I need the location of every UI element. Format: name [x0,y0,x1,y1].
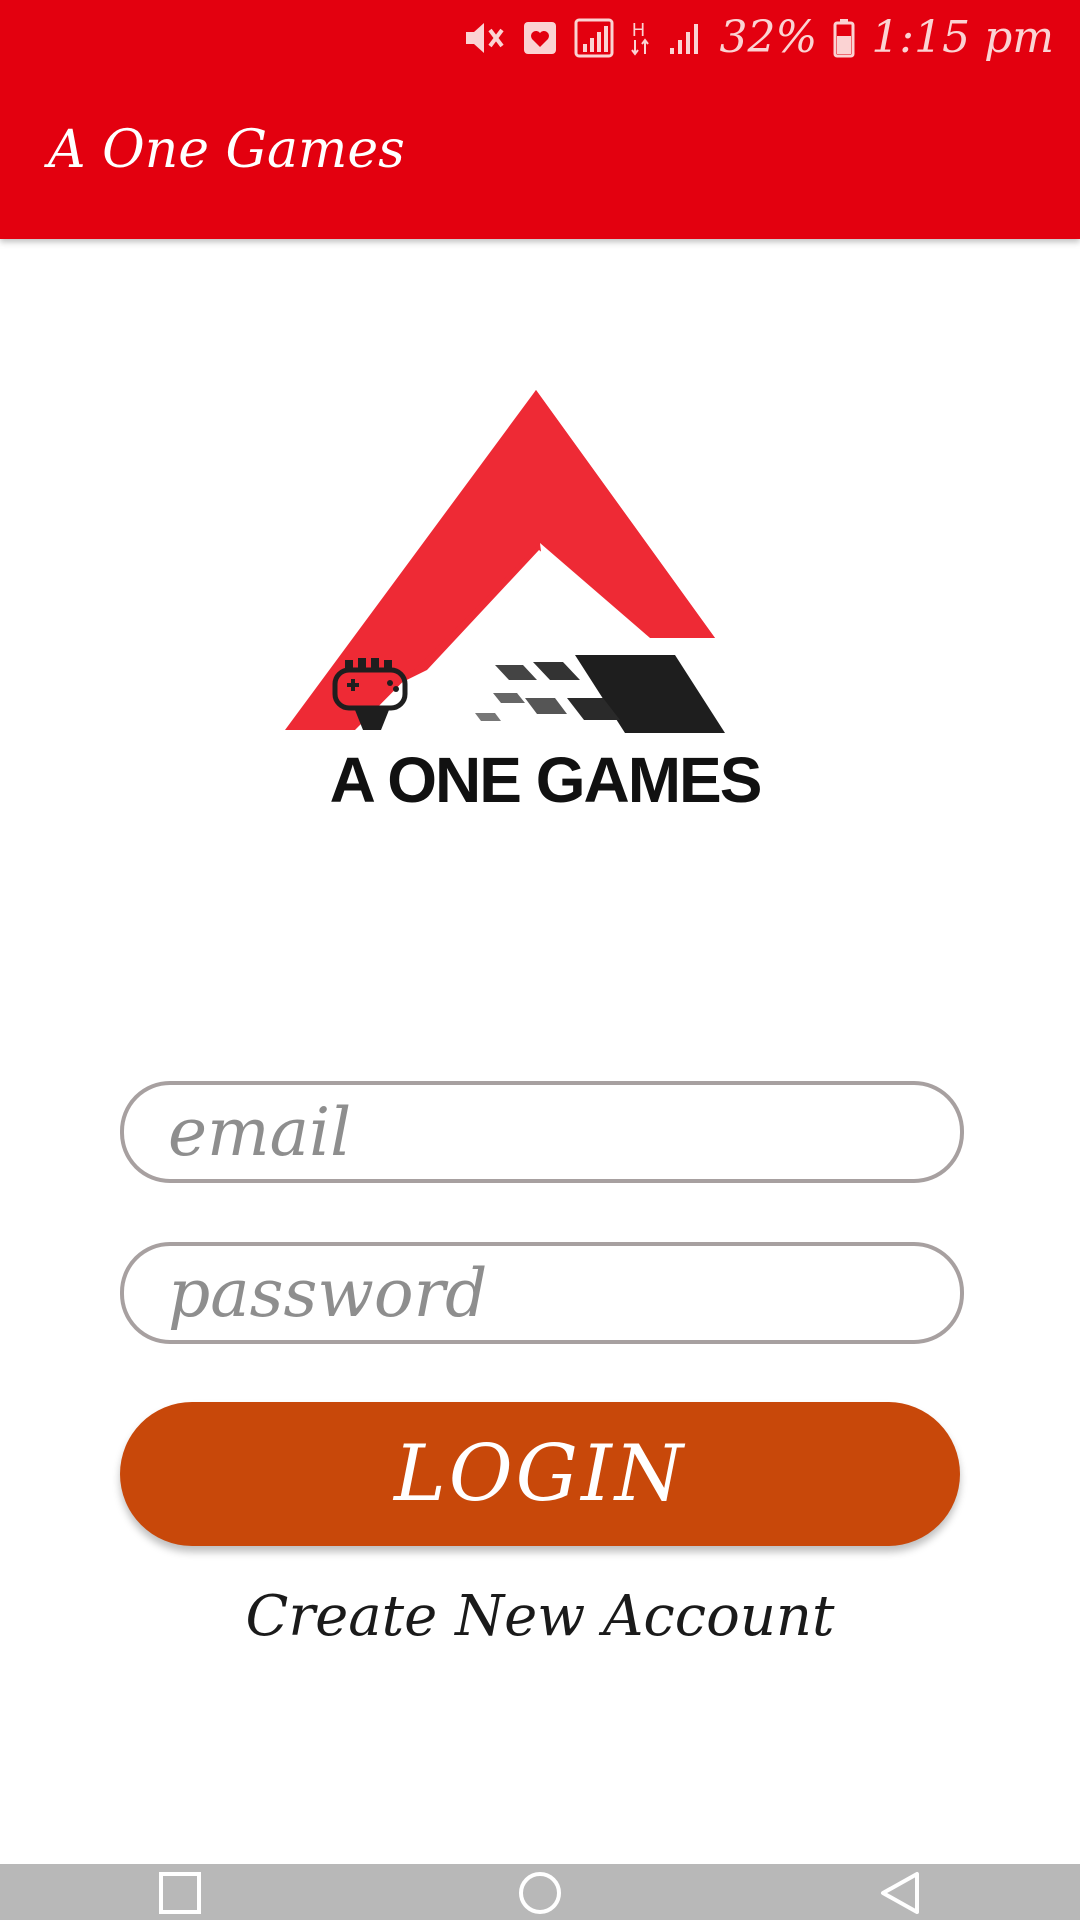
status-time: 1:15 pm [871,12,1054,63]
password-field[interactable] [120,1242,964,1344]
h-network-icon: H [630,18,652,58]
logo-text: A ONE GAMES [330,744,761,810]
app-title: A One Games [48,120,405,180]
recent-apps-icon[interactable] [150,1868,210,1918]
battery-icon [833,18,855,58]
login-button[interactable]: LOGIN [120,1402,960,1546]
svg-text:H: H [632,20,645,40]
signal-icon [574,18,614,58]
email-input[interactable] [124,1085,960,1179]
mute-icon [462,18,506,58]
app-logo: A ONE GAMES [285,390,763,810]
signal-bars-icon [668,20,704,56]
password-input[interactable] [124,1246,960,1340]
status-bar: H 32% 1:15 pm [462,10,1054,66]
battery-percent: 32% [719,12,818,63]
email-field[interactable] [120,1081,964,1183]
back-icon[interactable] [870,1868,930,1918]
create-account-link[interactable]: Create New Account [0,1584,1080,1649]
app-bar: H 32% 1:15 pm A One Games [0,0,1080,239]
navigation-bar [0,1864,1080,1920]
notification-icon [522,20,558,56]
home-icon[interactable] [510,1868,570,1918]
